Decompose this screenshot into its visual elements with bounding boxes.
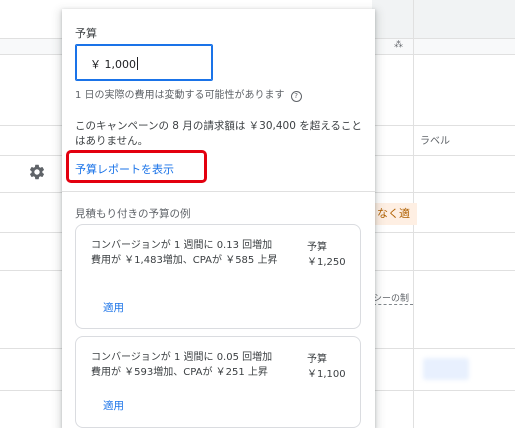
budget-input[interactable]: ￥ 1,000	[75, 44, 213, 81]
examples-title: 見積もり付きの予算の例	[75, 208, 191, 220]
budget-example-card: コンバージョンが 1 週間に 0.13 回増加 費用が ￥1,483増加、CPA…	[75, 224, 361, 329]
example-description: コンバージョンが 1 週間に 0.13 回増加 費用が ￥1,483増加、CPA…	[91, 240, 283, 266]
gear-icon[interactable]	[28, 163, 46, 181]
example-budget-label: 予算	[307, 354, 327, 365]
toolbar-shade	[372, 0, 515, 38]
filter-icon[interactable]: ⁂	[394, 40, 403, 50]
policy-link[interactable]: シーの制	[373, 291, 413, 305]
example-budget-value: ￥1,100	[307, 369, 346, 380]
divider	[62, 191, 375, 192]
budget-label: 予算	[75, 27, 97, 40]
billing-info-text: このキャンペーンの 8 月の請求額は ￥30,400 を超えることはありません。	[75, 120, 362, 147]
budget-edit-popup: 予算 ￥ 1,000 1 日の実際の費用は変動する可能性があります? このキャン…	[62, 9, 375, 428]
example-description: コンバージョンが 1 週間に 0.05 回増加 費用が ￥593増加、CPAが …	[91, 352, 283, 378]
example-budget-value: ￥1,250	[307, 257, 346, 268]
example-budget-label: 予算	[307, 242, 327, 253]
help-circle-icon[interactable]: ?	[290, 91, 302, 102]
warning-badge: なく適	[374, 203, 417, 225]
budget-input-value[interactable]: ￥ 1,000	[90, 56, 138, 72]
apply-button[interactable]: 適用	[103, 300, 124, 315]
blurred-label-chip	[423, 358, 469, 380]
budget-helper-text: 1 日の実際の費用は変動する可能性があります?	[75, 86, 302, 102]
budget-report-link[interactable]: 予算レポートを表示	[75, 161, 174, 177]
budget-example-card: コンバージョンが 1 週間に 0.05 回増加 費用が ￥593増加、CPAが …	[75, 336, 361, 428]
apply-button[interactable]: 適用	[103, 398, 124, 413]
column-header-label[interactable]: ラベル	[420, 132, 450, 147]
